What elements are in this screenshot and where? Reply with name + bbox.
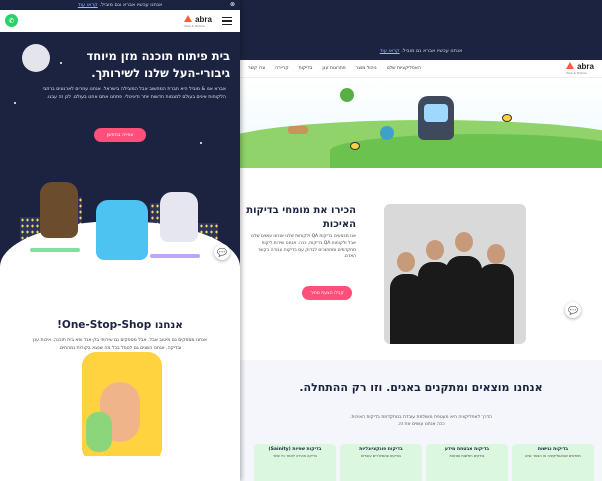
announcement-bar: ⊗ אנחנו עכשיו אברא וגם מוביל. קראו עוד	[0, 0, 240, 10]
hero-character	[96, 200, 148, 260]
desktop-page: אנחנו עכשיו אברא גם מוביל. קראו עוד abra…	[240, 0, 602, 481]
nav-item-apps[interactable]: האפליקציות שלנו	[387, 66, 421, 71]
team-member-head	[487, 244, 505, 264]
nav-item-testing[interactable]: בדיקות	[299, 66, 313, 71]
moon-illustration	[22, 44, 50, 72]
desktop-announcement-text: אנחנו עכשיו אברא גם מוביל.	[401, 48, 463, 54]
abra-logo-icon	[566, 62, 575, 71]
desktop-announcement-link[interactable]: קראו עוד	[380, 48, 400, 54]
desktop-navbar: abra Web & Mobile האפליקציות שלנו ניהול …	[240, 60, 602, 78]
team-member-head	[426, 240, 444, 260]
desktop-logo-tagline: Web & Mobile	[566, 71, 587, 75]
tree-illustration	[340, 88, 354, 102]
card-text: מוודאים שהאפליקציה או האתר נגיש	[525, 454, 581, 458]
logo-tagline: Web & Mobile	[184, 23, 205, 28]
hill-illustration	[330, 134, 602, 168]
desktop-top-band: אנחנו עכשיו אברא גם מוביל. קראו עוד	[240, 0, 602, 60]
hero-character	[160, 192, 198, 242]
star-illustration	[14, 102, 16, 104]
desktop-logo[interactable]: abra Web & Mobile	[566, 62, 594, 75]
log-illustration	[288, 126, 308, 134]
nav-item-product[interactable]: ניהול מוצר	[356, 66, 377, 71]
team-member	[446, 256, 482, 344]
testing-card[interactable]: בדיקות נגישות מוודאים שהאפליקציה או האתר …	[512, 444, 594, 481]
whatsapp-icon[interactable]: ✆	[5, 14, 18, 27]
lightsaber-illustration	[150, 254, 200, 258]
hero-cta-button[interactable]: צפייה בחוזשן	[94, 128, 146, 142]
bugs-subtitle-line: ככה אנחנו עושים את זה.	[397, 422, 445, 428]
card-title: בדיקות שפיות (Sainity)	[268, 447, 322, 452]
desktop-announcement-bar: אנחנו עכשיו אברא גם מוביל. קראו עוד	[240, 48, 602, 54]
nav-item-cloud[interactable]: פתרונות ענן	[322, 66, 345, 71]
one-stop-shop-text: אנחנו מספקים גם מיטוב אבל. אבל מספקים גם…	[33, 338, 207, 351]
testing-card[interactable]: בדיקות פונקציונליות בודקים שהפיצ'רים עובד…	[340, 444, 422, 481]
bugs-subtitle-line: הדרך לאפליקציה היא מעטפת מושלמת עובדת במ…	[350, 415, 492, 420]
one-stop-shop-title: אנחנו One-Stop-Shop!	[57, 319, 183, 331]
logo-name: abra	[195, 14, 212, 24]
character-face	[86, 412, 112, 452]
card-title: בדיקות אבטחת מידע	[444, 447, 490, 452]
team-photo	[384, 204, 526, 344]
bugs-section-subtitle: הדרך לאפליקציה היא מעטפת מושלמת עובדת במ…	[240, 414, 602, 428]
bee-icon	[502, 114, 512, 122]
card-text: בודקים חולשות ופרצות	[449, 454, 485, 458]
menu-icon[interactable]	[222, 17, 232, 25]
nav-item-careers[interactable]: קריירה	[275, 66, 289, 71]
tree-illustration	[380, 126, 394, 140]
team-member	[478, 264, 514, 344]
qa-robot-illustration	[418, 96, 454, 140]
bee-icon	[350, 142, 360, 150]
hero-title: בית פיתוח תוכנה מזן מיוחד גיבורי-העל שלנ…	[86, 49, 230, 80]
lightsaber-illustration	[30, 248, 80, 252]
browser-viewport: אנחנו עכשיו אברא גם מוביל. קראו עוד abra…	[0, 0, 602, 481]
hero-text: אברא אנו & מוביל היא חברת המחשוב אבל המו…	[42, 87, 226, 100]
announcement-link[interactable]: קראו עוד	[78, 2, 98, 8]
qa-section-text: אנו מבצעים בדיקות QA ולקוחות שלנו אנחנו …	[251, 234, 356, 260]
hero-character	[40, 182, 78, 238]
qa-experts-section: הכירו את מומחי בדיקות האיכות אנו מבצעים …	[240, 198, 602, 348]
announcement-text: אנחנו עכשיו אברא וגם מוביל.	[99, 2, 163, 8]
close-icon[interactable]: ⊗	[230, 1, 235, 8]
desktop-hero-illustration	[240, 78, 602, 168]
card-text: בודקים שהפיצ'רים עובדים	[361, 454, 401, 458]
bugs-section-title: אנחנו מוצאים ומתקנים באגים. וזו רק ההתחל…	[299, 381, 543, 394]
mobile-header: abra Web & Mobile	[0, 10, 240, 32]
team-member-head	[455, 232, 473, 252]
testing-card[interactable]: בדיקות אבטחת מידע בודקים חולשות ופרצות	[426, 444, 508, 481]
mobile-logo[interactable]: abra Web & Mobile	[184, 14, 212, 28]
nav-item-contact[interactable]: צרו קשר	[248, 66, 265, 71]
mobile-bottom-area	[0, 456, 240, 481]
card-title: בדיקות פונקציונליות	[359, 447, 403, 452]
abra-logo-icon	[184, 14, 193, 24]
card-text: בדיקה מהירה לאחר כל שינוי	[273, 454, 317, 458]
star-illustration	[200, 142, 202, 144]
characters-illustration	[82, 352, 162, 462]
chat-widget-icon[interactable]: 💬	[565, 302, 581, 318]
hero-section: בית פיתוח תוכנה מזן מיוחד גיבורי-העל שלנ…	[0, 32, 240, 267]
chat-widget-icon[interactable]: 💬	[214, 244, 230, 260]
testing-cards: בדיקות נגישות מוודאים שהאפליקציה או האתר …	[254, 444, 594, 481]
bugs-section: אנחנו מוצאים ומתקנים באגים. וזו רק ההתחל…	[240, 360, 602, 481]
team-member-head	[397, 252, 415, 272]
desktop-logo-name: abra	[577, 62, 594, 71]
get-quote-button[interactable]: קבלו הצעת מחיר	[302, 286, 352, 300]
card-title: בדיקות נגישות	[537, 447, 569, 452]
testing-card[interactable]: בדיקות שפיות (Sainity) בדיקה מהירה לאחר כ…	[254, 444, 336, 481]
mobile-page: ⊗ אנחנו עכשיו אברא וגם מוביל. קראו עוד ✆…	[0, 0, 240, 481]
qa-section-title: הכירו את מומחי בדיקות האיכות	[246, 205, 356, 230]
